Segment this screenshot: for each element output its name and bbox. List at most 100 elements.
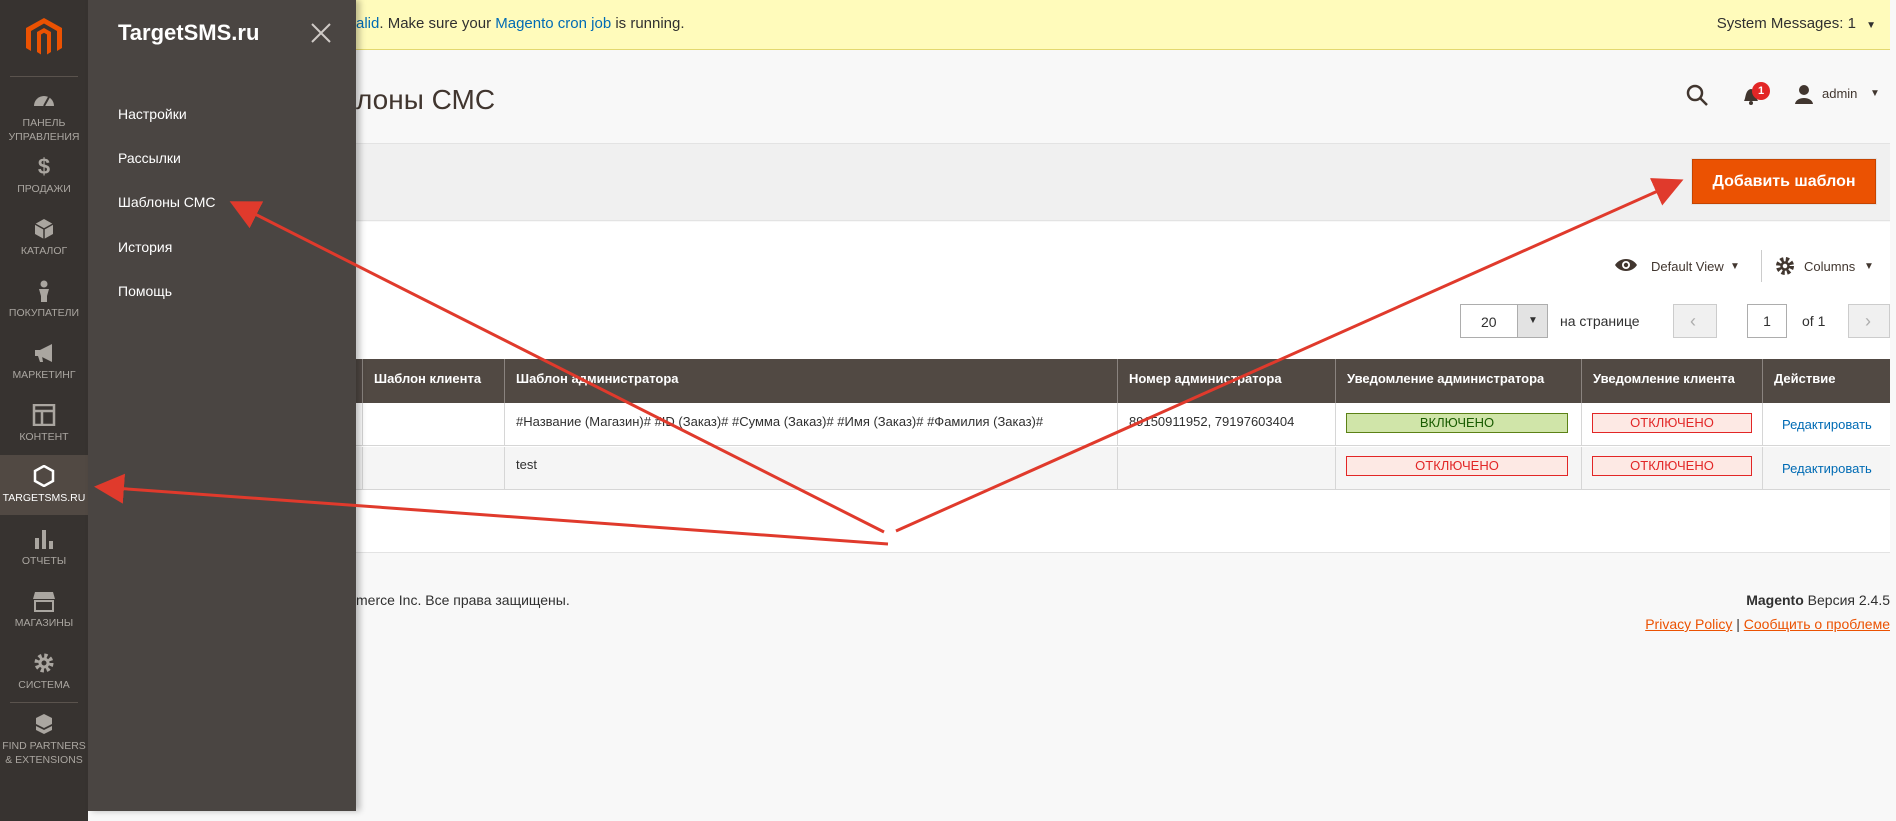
- add-template-button[interactable]: Добавить шаблон: [1692, 159, 1876, 204]
- system-messages-toggle[interactable]: System Messages: 1 ▼: [1717, 15, 1876, 32]
- box-icon: [34, 219, 54, 239]
- chevron-down-icon[interactable]: ▼: [1730, 261, 1740, 272]
- submenu-item-help[interactable]: Помощь: [118, 283, 172, 299]
- column-admin-template[interactable]: Шаблон администратора: [504, 359, 1117, 403]
- submenu-title: TargetSMS.ru: [118, 20, 260, 45]
- dashboard-icon: [34, 96, 54, 107]
- nav-dashboard-label: ПАНЕЛЬ УПРАВЛЕНИЯ: [8, 117, 80, 143]
- nav-marketing[interactable]: МАРКЕТИНГ: [0, 342, 88, 382]
- nav-stores-label: МАГАЗИНЫ: [14, 617, 74, 629]
- column-client-notify[interactable]: Уведомление клиента: [1581, 359, 1762, 403]
- cell-client-template: [362, 447, 504, 490]
- edit-link[interactable]: Редактировать: [1782, 403, 1872, 446]
- footer-links: Privacy Policy | Сообщить о проблеме: [1645, 616, 1890, 632]
- default-view-dropdown[interactable]: Default View: [1651, 259, 1724, 274]
- per-page-label: на странице: [1560, 313, 1640, 329]
- status-badge: ОТКЛЮЧЕНО: [1592, 456, 1752, 476]
- nav-targetsms-label: TARGETSMS.RU: [2, 492, 86, 504]
- nav-catalog[interactable]: КАТАЛОГ: [0, 218, 88, 258]
- nav-system[interactable]: СИСТЕМА: [0, 652, 88, 692]
- chevron-down-icon[interactable]: ▼: [1870, 88, 1880, 99]
- nav-partners[interactable]: FIND PARTNERS & EXTENSIONS: [0, 713, 88, 767]
- cell-client-template: [362, 403, 504, 446]
- notice-link-partial[interactable]: alid: [356, 15, 379, 32]
- submenu-item-history[interactable]: История: [118, 239, 172, 255]
- toolbar-divider: [1761, 250, 1762, 282]
- chevron-left-icon: ‹: [1690, 311, 1696, 331]
- chevron-down-icon: ▼: [1866, 20, 1876, 31]
- status-badge: ОТКЛЮЧЕНО: [1592, 413, 1752, 433]
- store-icon: [33, 592, 55, 612]
- cell-admin-number: 89150911952, 79197603404: [1117, 403, 1335, 446]
- system-messages-label: System Messages: 1: [1716, 15, 1856, 32]
- cell-admin-template: #Название (Магазин)# #ID (Заказ)# #Сумма…: [504, 403, 1117, 446]
- search-icon[interactable]: [1686, 84, 1708, 106]
- footer-copyright: merce Inc. Все права защищены.: [356, 592, 570, 608]
- nav-partners-label: FIND PARTNERS & EXTENSIONS: [2, 740, 86, 766]
- table-row: test ОТКЛЮЧЕНО ОТКЛЮЧЕНО Редактировать: [88, 447, 1890, 490]
- sidebar-divider: [10, 702, 78, 703]
- close-icon[interactable]: [308, 20, 334, 46]
- page-number-input[interactable]: 1: [1747, 304, 1787, 338]
- chevron-down-icon[interactable]: ▼: [1864, 261, 1874, 272]
- magento-logo-icon[interactable]: [26, 18, 62, 58]
- submenu-item-mailings[interactable]: Рассылки: [118, 150, 181, 166]
- nav-targetsms[interactable]: TARGETSMS.RU: [0, 455, 88, 515]
- notifications-badge[interactable]: 1: [1752, 82, 1770, 100]
- bars-icon: [35, 530, 53, 549]
- nav-sales-label: ПРОДАЖИ: [17, 183, 71, 195]
- nav-customers-label: ПОКУПАТЕЛИ: [8, 307, 80, 319]
- nav-content-label: КОНТЕНТ: [19, 431, 69, 443]
- nav-marketing-label: МАРКЕТИНГ: [12, 369, 76, 381]
- user-icon[interactable]: [1794, 84, 1814, 104]
- previous-page-button[interactable]: ‹: [1673, 304, 1717, 338]
- column-admin-number[interactable]: Номер администратора: [1117, 359, 1335, 403]
- nav-stores[interactable]: МАГАЗИНЫ: [0, 590, 88, 630]
- sidebar-divider: [10, 76, 78, 77]
- nav-dashboard[interactable]: ПАНЕЛЬ УПРАВЛЕНИЯ: [0, 90, 88, 146]
- nav-catalog-label: КАТАЛОГ: [20, 245, 68, 257]
- footer-brand: Magento: [1746, 592, 1804, 608]
- gear-icon: [34, 653, 54, 673]
- status-badge: ВКЛЮЧЕНО: [1346, 413, 1568, 433]
- cell-admin-notify: ВКЛЮЧЕНО: [1335, 403, 1581, 446]
- columns-dropdown[interactable]: Columns: [1804, 259, 1855, 274]
- cubes-icon: [36, 714, 52, 734]
- per-page-select[interactable]: 20 ▼: [1460, 304, 1548, 338]
- report-issue-link[interactable]: Сообщить о проблеме: [1744, 616, 1890, 632]
- column-client-template[interactable]: Шаблон клиента: [362, 359, 504, 403]
- cell-admin-template: test: [504, 447, 1117, 490]
- footer-version-number: Версия 2.4.5: [1803, 592, 1890, 608]
- footer-link-separator: |: [1732, 616, 1744, 632]
- nav-customers[interactable]: ПОКУПАТЕЛИ: [0, 280, 88, 320]
- cell-admin-notify: ОТКЛЮЧЕНО: [1335, 447, 1581, 490]
- submenu-item-sms-templates[interactable]: Шаблоны СМС: [118, 194, 216, 210]
- nav-reports[interactable]: ОТЧЕТЫ: [0, 528, 88, 568]
- status-badge: ОТКЛЮЧЕНО: [1346, 456, 1568, 476]
- per-page-dropdown-button[interactable]: ▼: [1517, 305, 1547, 337]
- cron-job-link[interactable]: Magento cron job: [495, 15, 611, 32]
- content-divider: [88, 552, 1890, 553]
- privacy-policy-link[interactable]: Privacy Policy: [1645, 616, 1732, 632]
- admin-sidebar: ПАНЕЛЬ УПРАВЛЕНИЯ $ ПРОДАЖИ КАТАЛОГ ПОКУ…: [0, 0, 88, 821]
- table-row: #Название (Магазин)# #ID (Заказ)# #Сумма…: [88, 403, 1890, 446]
- system-notice-bar: alid. Make sure your Magento cron job is…: [356, 0, 1890, 50]
- total-pages-label: of 1: [1802, 313, 1826, 329]
- cell-action: Редактировать: [1762, 403, 1890, 446]
- next-page-button[interactable]: ›: [1848, 304, 1890, 338]
- nav-system-label: СИСТЕМА: [18, 679, 70, 691]
- hexagon-icon: [33, 465, 55, 487]
- nav-sales[interactable]: $ ПРОДАЖИ: [0, 156, 88, 196]
- gear-icon[interactable]: [1775, 256, 1795, 276]
- admin-user-menu[interactable]: admin: [1822, 86, 1857, 101]
- per-page-value: 20: [1481, 314, 1497, 330]
- chevron-down-icon: ▼: [1528, 315, 1538, 326]
- person-icon: [39, 280, 49, 302]
- grid-header-row: Шаблон клиента Шаблон администратора Ном…: [88, 359, 1890, 403]
- column-admin-notify[interactable]: Уведомление администратора: [1335, 359, 1581, 403]
- nav-content[interactable]: КОНТЕНТ: [0, 404, 88, 444]
- eye-icon[interactable]: [1614, 256, 1638, 274]
- targetsms-submenu: TargetSMS.ru Настройки Рассылки Шаблоны …: [88, 0, 356, 811]
- submenu-item-settings[interactable]: Настройки: [118, 106, 187, 122]
- edit-link[interactable]: Редактировать: [1782, 447, 1872, 490]
